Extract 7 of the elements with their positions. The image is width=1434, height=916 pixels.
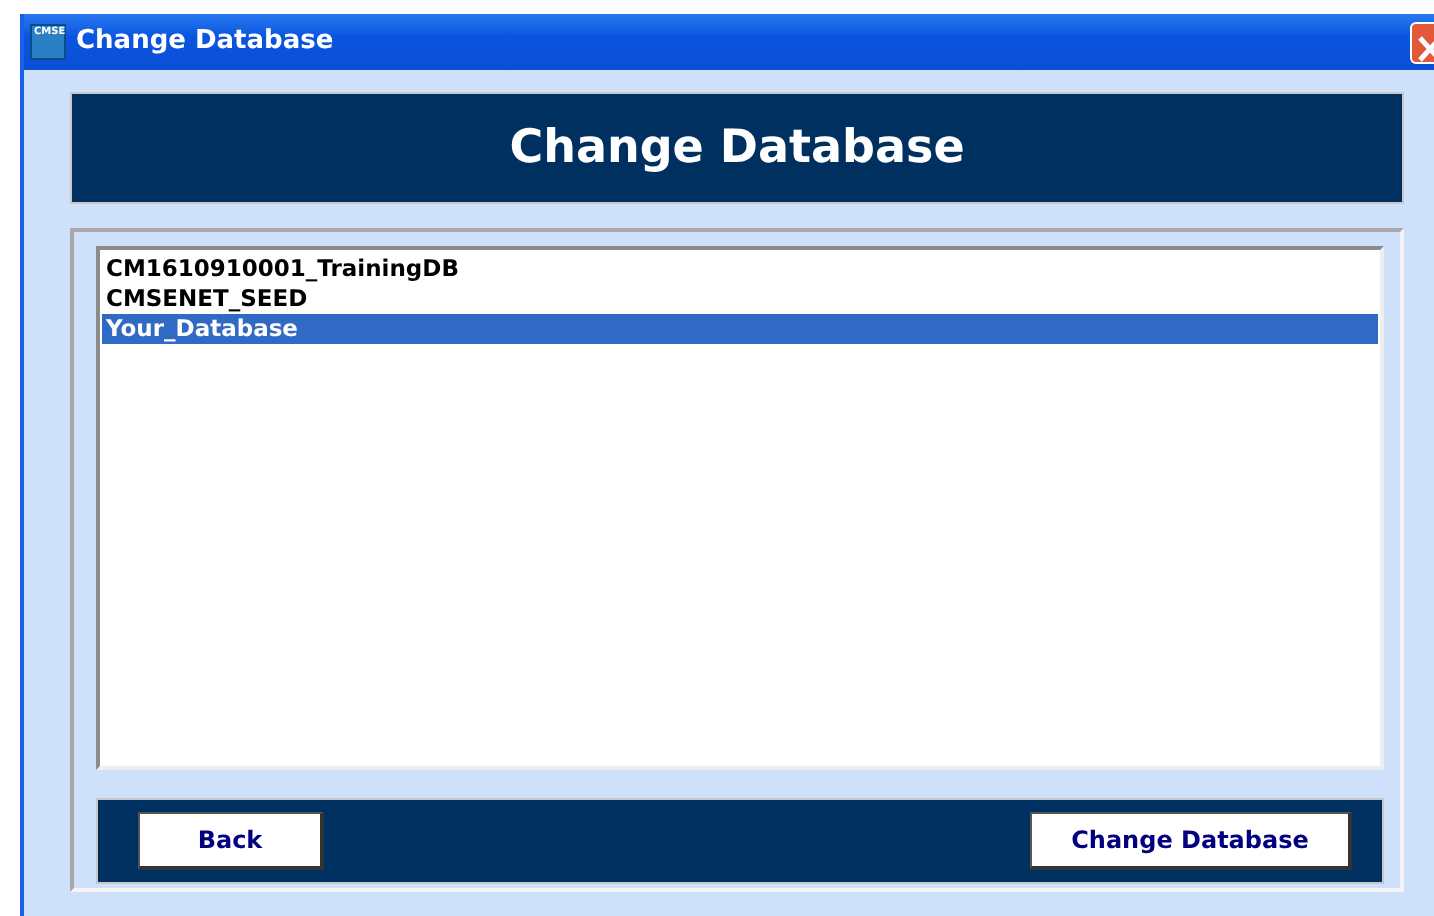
list-item[interactable]: Your_Database xyxy=(102,314,1378,344)
header-title: Change Database xyxy=(509,119,965,178)
back-button[interactable]: Back xyxy=(138,812,324,870)
list-item[interactable]: CMSENET_SEED xyxy=(102,284,1378,314)
list-item[interactable]: CM1610910001_TrainingDB xyxy=(102,254,1378,284)
window-title: Change Database xyxy=(76,24,334,61)
change-database-button[interactable]: Change Database xyxy=(1030,812,1352,870)
